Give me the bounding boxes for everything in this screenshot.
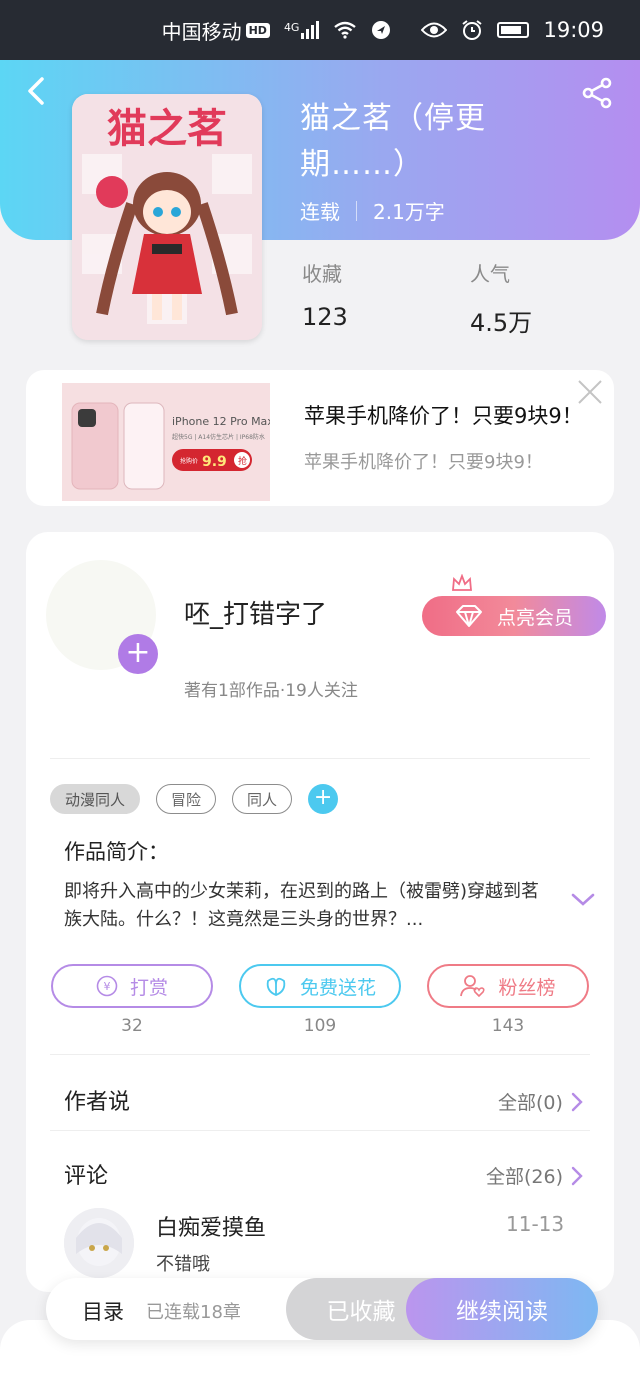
book-cover[interactable]: 猫之茗 (72, 94, 262, 340)
chevron-down-icon[interactable] (570, 892, 596, 908)
follow-author-button[interactable]: + (118, 634, 158, 674)
chevron-left-icon (28, 77, 44, 105)
book-status: 连载 (300, 200, 340, 224)
hd-badge: HD (245, 22, 270, 38)
book-title: 猫之茗（停更期……） (300, 101, 486, 182)
yen-coin-icon: ¥ (96, 975, 118, 997)
author-info: 著有1部作品·19人关注 (184, 681, 358, 701)
send-flower-label: 免费送花 (299, 976, 376, 999)
ad-price-action: 抢 (238, 455, 247, 467)
book-meta: 连载 2.1万字 (300, 196, 445, 225)
share-icon (582, 77, 612, 109)
tag-item[interactable]: 动漫同人 (50, 784, 141, 814)
comment-username[interactable]: 白痴爱摸鱼 (156, 1210, 266, 1242)
stat-value: 4.5万 (470, 309, 533, 337)
ad-image-text: iPhone 12 Pro Max (172, 415, 270, 428)
fan-ranking-label: 粉丝榜 (498, 976, 556, 999)
divider (50, 1054, 590, 1055)
comments-all-link[interactable]: 全部(26) (486, 1162, 583, 1189)
alarm-icon (461, 19, 483, 41)
diamond-icon (455, 605, 482, 627)
battery-icon (497, 22, 530, 38)
comment-text: 不错哦 (156, 1254, 210, 1275)
intro-text[interactable]: 即将升入高中的少女茉莉，在迟到的路上（被雷劈)穿越到茗族大陆。什么？！这竟然是三… (64, 878, 554, 934)
author-name[interactable]: 呸_打错字了 (184, 594, 327, 631)
ad-banner[interactable]: iPhone 12 Pro Max 超快5G | A14仿生芯片 | IP68防… (26, 370, 614, 506)
author-says-link-label: 全部(0) (498, 1092, 563, 1114)
crown-icon (452, 574, 472, 591)
divider (50, 758, 590, 759)
fan-count: 143 (491, 1016, 525, 1036)
author-says-all-link[interactable]: 全部(0) (498, 1088, 583, 1115)
share-button[interactable] (580, 76, 614, 110)
tip-button[interactable]: ¥ 打赏 (51, 964, 213, 1008)
stat-favorites: 收藏 123 (302, 258, 348, 331)
clock: 19:09 (543, 18, 604, 42)
comments-title: 评论 (64, 1164, 109, 1189)
tip-label: 打赏 (129, 976, 168, 999)
ad-close-button[interactable] (576, 378, 604, 406)
comment-date: 11-13 (506, 1212, 565, 1236)
author-says-title: 作者说 (64, 1090, 131, 1115)
cover-illustration: 猫之茗 (72, 94, 262, 340)
word-count: 2.1万字 (373, 200, 445, 224)
ad-price-label: 抢购价 (180, 457, 198, 465)
tag-item[interactable]: 冒险 (156, 784, 217, 814)
comments-link-label: 全部(26) (486, 1166, 564, 1188)
add-tag-button[interactable]: + (308, 784, 339, 814)
meta-separator (356, 200, 357, 221)
divider (50, 1130, 590, 1131)
fan-ranking-button[interactable]: 粉丝榜 (427, 964, 589, 1008)
ad-title: 苹果手机降价了！只要9块9！ (304, 404, 583, 428)
back-button[interactable] (22, 76, 52, 106)
flower-icon (266, 977, 286, 996)
send-flower-button[interactable]: 免费送花 (239, 964, 401, 1008)
stat-label: 收藏 (302, 262, 342, 286)
flower-count: 109 (303, 1016, 337, 1036)
location-icon (371, 20, 391, 40)
svg-text:¥: ¥ (103, 980, 110, 993)
close-icon (578, 380, 602, 404)
tag-item[interactable]: 同人 (232, 784, 293, 814)
continue-reading-button[interactable]: 继续阅读 (406, 1278, 598, 1340)
stat-label: 人气 (470, 262, 510, 286)
chevron-right-icon (571, 1092, 583, 1111)
vip-label: 点亮会员 (496, 606, 573, 629)
carrier-label: 中国移动 (161, 19, 242, 44)
status-bar: 中国移动 HD 4G 19:09 (0, 0, 640, 60)
wifi-icon (333, 21, 357, 39)
vip-button[interactable]: 点亮会员 (422, 596, 606, 636)
ad-price: 9.9 (202, 454, 227, 470)
tag-list: 动漫同人 冒险 同人 + (50, 784, 339, 814)
eye-icon (421, 21, 448, 39)
ad-image-subtext: 超快5G | A14仿生芯片 | IP68防水 (172, 433, 265, 441)
user-heart-icon (460, 975, 486, 998)
ad-image: iPhone 12 Pro Max 超快5G | A14仿生芯片 | IP68防… (62, 383, 274, 501)
continue-reading-label: 继续阅读 (456, 1299, 548, 1325)
signal-icon: 4G (284, 21, 320, 39)
chevron-right-icon (571, 1166, 583, 1185)
collected-label: 已收藏 (326, 1299, 396, 1325)
ad-subtitle: 苹果手机降价了！只要9块9！ (304, 452, 543, 473)
tip-count: 32 (121, 1016, 143, 1036)
toc-button[interactable]: 目录 (82, 1296, 124, 1326)
comment-avatar[interactable] (64, 1208, 134, 1278)
chapter-count[interactable]: 已连载18章 (146, 1298, 241, 1324)
intro-heading: 作品简介： (64, 840, 169, 864)
stat-value: 123 (302, 303, 348, 331)
stat-popularity: 人气 4.5万 (470, 258, 532, 338)
cover-title: 猫之茗 (107, 106, 227, 152)
